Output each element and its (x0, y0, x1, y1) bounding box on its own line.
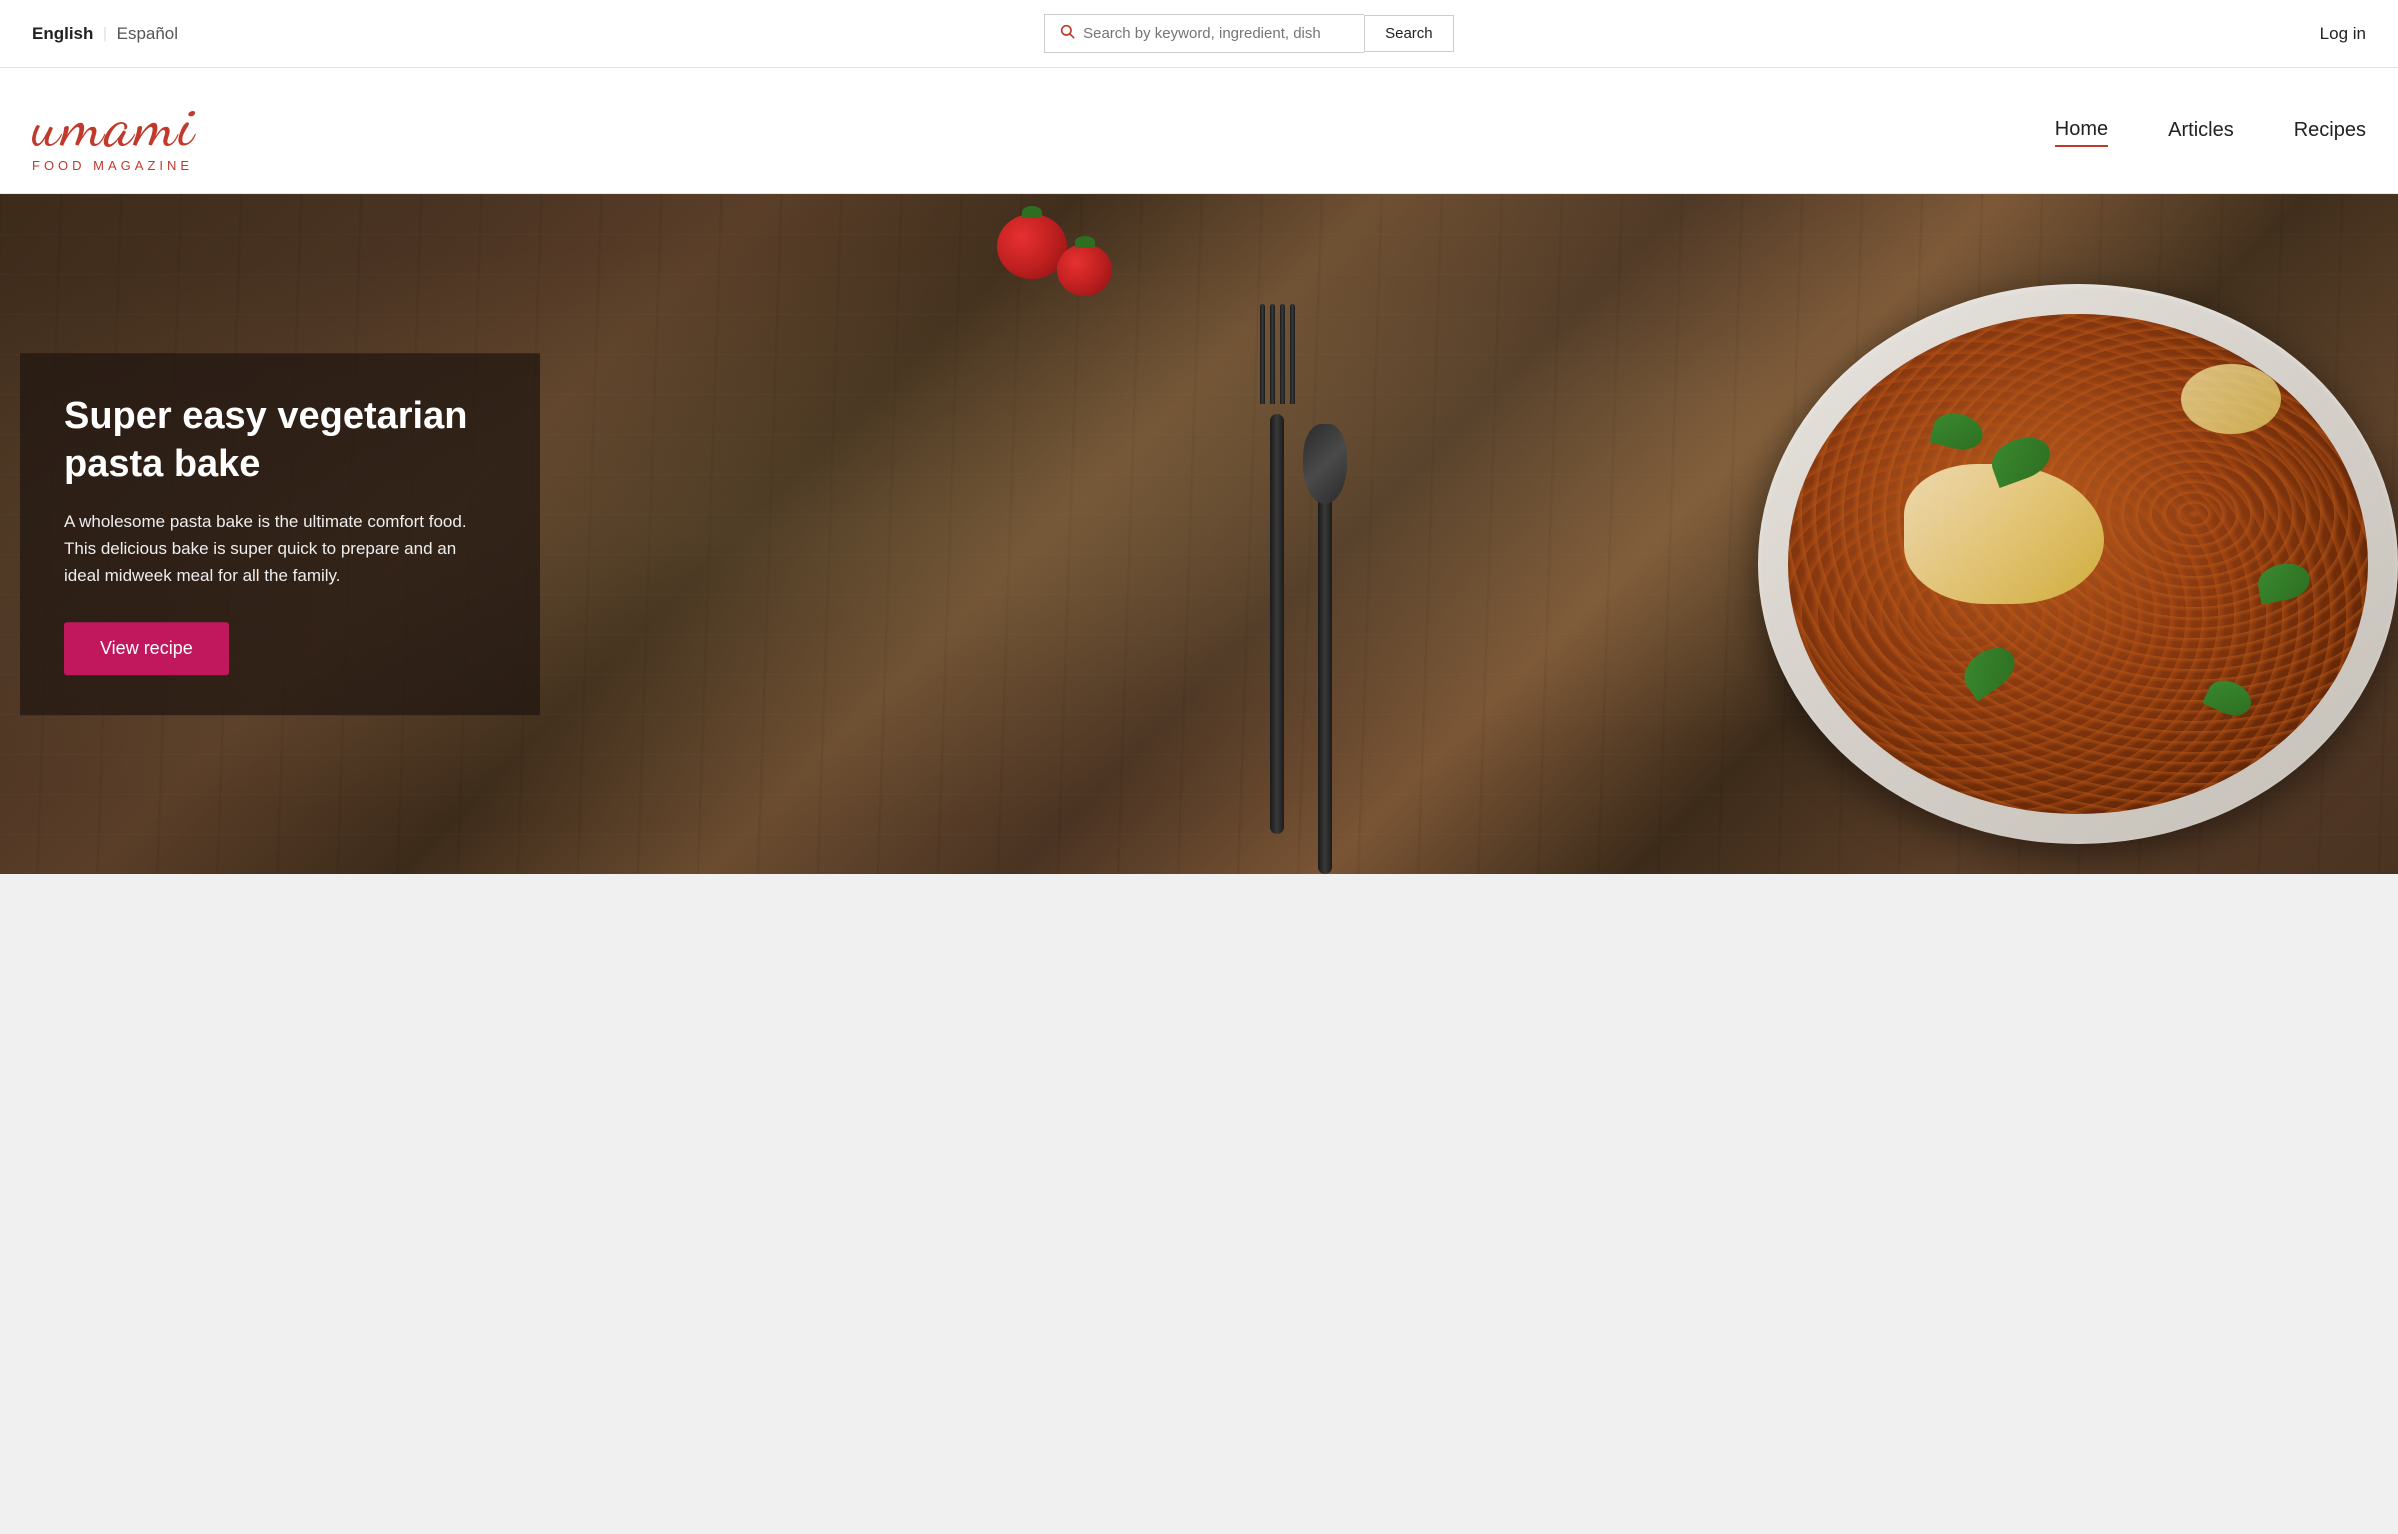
spoon-bowl (1303, 424, 1347, 504)
logo-area: umami FOOD MAGAZINE (32, 92, 196, 173)
nav-item-recipes[interactable]: Recipes (2294, 119, 2366, 146)
tomato-2 (1057, 244, 1112, 296)
login-link[interactable]: Log in (2320, 24, 2366, 44)
fork-handle (1270, 414, 1284, 834)
lang-espanol[interactable]: Español (117, 24, 178, 44)
main-navigation: Home Articles Recipes (2055, 118, 2366, 147)
view-recipe-button[interactable]: View recipe (64, 622, 229, 675)
pasta-dish (1698, 254, 2398, 874)
search-input[interactable] (1083, 25, 1350, 42)
spoon-shape (1318, 394, 1332, 874)
search-icon (1059, 23, 1075, 44)
nav-item-articles[interactable]: Articles (2168, 119, 2234, 146)
hero-description: A wholesome pasta bake is the ultimate c… (64, 508, 496, 590)
spoon-handle (1318, 474, 1332, 874)
language-switcher: English | Español (32, 24, 178, 44)
tine-2 (1270, 304, 1275, 404)
dish-oval (1758, 284, 2398, 844)
hero-section: Super easy vegetarian pasta bake A whole… (0, 194, 2398, 874)
tomatoes-decoration (1007, 214, 1112, 296)
tine-4 (1290, 304, 1295, 404)
search-area: Search (1044, 14, 1454, 53)
search-button[interactable]: Search (1364, 15, 1454, 52)
cheese-blob-2 (2181, 364, 2281, 434)
hero-title: Super easy vegetarian pasta bake (64, 393, 496, 488)
pasta-fill (1788, 314, 2368, 814)
site-logo-text[interactable]: umami (32, 92, 196, 156)
top-utility-bar: English | Español Search Log in (0, 0, 2398, 68)
nav-item-home[interactable]: Home (2055, 118, 2108, 147)
search-input-wrapper (1044, 14, 1364, 53)
fork-tines (1257, 304, 1297, 404)
hero-content: Super easy vegetarian pasta bake A whole… (20, 353, 540, 715)
main-header: umami FOOD MAGAZINE Home Articles Recipe… (0, 68, 2398, 194)
cutlery-area (1199, 194, 1399, 874)
tine-3 (1280, 304, 1285, 404)
site-logo-subtitle: FOOD MAGAZINE (32, 158, 193, 173)
tine-1 (1260, 304, 1265, 404)
lang-english[interactable]: English (32, 24, 93, 44)
fork-shape (1266, 294, 1288, 874)
